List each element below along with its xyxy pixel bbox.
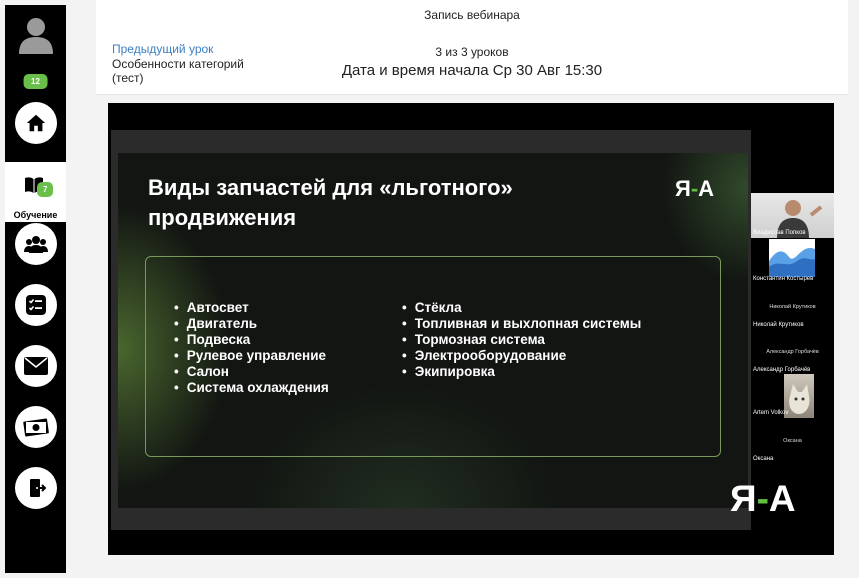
participant-name: Оксана	[753, 456, 774, 462]
money-icon	[22, 418, 49, 437]
logo-letter-a: А	[698, 176, 715, 201]
participant-avatar	[784, 374, 814, 418]
participant-name: Александр Горбачёв	[753, 367, 811, 373]
participant-placeholder: Александр Горбачёв	[766, 349, 819, 355]
list-item: Салон	[174, 364, 329, 380]
payments-button[interactable]	[14, 406, 57, 448]
lesson-header: Запись вебинара Предыдущий урок Особенно…	[96, 0, 848, 95]
shared-screen: Виды запчастей для «льготного» продвижен…	[111, 130, 751, 530]
participant-placeholder: Оксана	[783, 438, 802, 444]
parts-list-left: Автосвет Двигатель Подвеска Рулевое упра…	[174, 300, 329, 396]
slide-title: Виды запчастей для «льготного» продвижен…	[148, 175, 513, 230]
list-item: Автосвет	[174, 300, 329, 316]
participant-name: Artem Volkov	[753, 410, 789, 416]
lesson-start-datetime: Дата и время начала Ср 30 Авг 15:30	[341, 62, 603, 79]
profile-avatar[interactable]	[16, 15, 56, 60]
logo-letter-a: А	[768, 478, 796, 519]
list-item: Рулевое управление	[174, 348, 329, 364]
checklist-icon	[25, 295, 46, 315]
participant-name: Николай Крутиков	[753, 322, 804, 328]
cat-avatar-icon	[789, 384, 810, 414]
presentation-slide: Виды запчастей для «льготного» продвижен…	[118, 153, 748, 508]
participant-placeholder: Николай Крутиков	[769, 304, 816, 310]
participant-avatar	[769, 239, 815, 277]
community-button[interactable]	[14, 223, 57, 265]
lesson-counter: 3 из 3 уроков	[435, 45, 509, 59]
list-item: Двигатель	[174, 316, 329, 332]
wave-avatar-icon	[769, 247, 815, 277]
logo-letter-ya: Я	[730, 478, 757, 519]
user-avatar-icon	[18, 18, 53, 54]
sidebar: 12 7 Обучение	[5, 5, 66, 573]
list-item: Подвеска	[174, 332, 329, 348]
messages-button[interactable]	[14, 345, 57, 387]
participant-name: Владислав Попков	[753, 230, 806, 236]
app-frame: 12 7 Обучение Запись вебинара Предыдущий…	[0, 0, 859, 578]
logo-letter-ya: Я	[675, 176, 691, 201]
tasks-button[interactable]	[14, 284, 57, 326]
learning-badge: 7	[37, 182, 54, 197]
sidebar-item-label: Обучение	[13, 210, 58, 220]
sidebar-item-learning[interactable]: 7 Обучение	[5, 162, 66, 222]
home-button[interactable]	[14, 102, 57, 144]
participant-name: Константин Костырев	[753, 276, 814, 282]
home-icon	[26, 114, 45, 132]
logout-button[interactable]	[14, 467, 57, 509]
parts-list-right: Стёкла Топливная и выхлопная системы Тор…	[402, 300, 642, 380]
page-title: Запись вебинара	[424, 8, 520, 22]
profile-badge: 12	[23, 74, 48, 89]
list-item: Тормозная система	[402, 332, 641, 348]
group-icon	[23, 236, 48, 253]
participants-panel: Владислав Попков Константин Костырев Ник…	[751, 193, 834, 465]
list-item: Стёкла	[402, 300, 641, 316]
ya-logo: Я-А	[675, 176, 714, 202]
envelope-icon	[23, 357, 48, 375]
list-item: Электрооборудование	[402, 348, 641, 364]
list-item: Топливная и выхлопная системы	[402, 316, 642, 332]
slide-content-box: Автосвет Двигатель Подвеска Рулевое упра…	[145, 256, 721, 457]
list-item: Система охлаждения	[174, 380, 329, 396]
exit-door-icon	[29, 479, 46, 497]
logo-dash: -	[756, 478, 769, 519]
video-watermark-logo: Я-А	[730, 478, 796, 520]
video-player[interactable]: Виды запчастей для «льготного» продвижен…	[108, 103, 834, 555]
list-item: Экипировка	[402, 364, 641, 380]
